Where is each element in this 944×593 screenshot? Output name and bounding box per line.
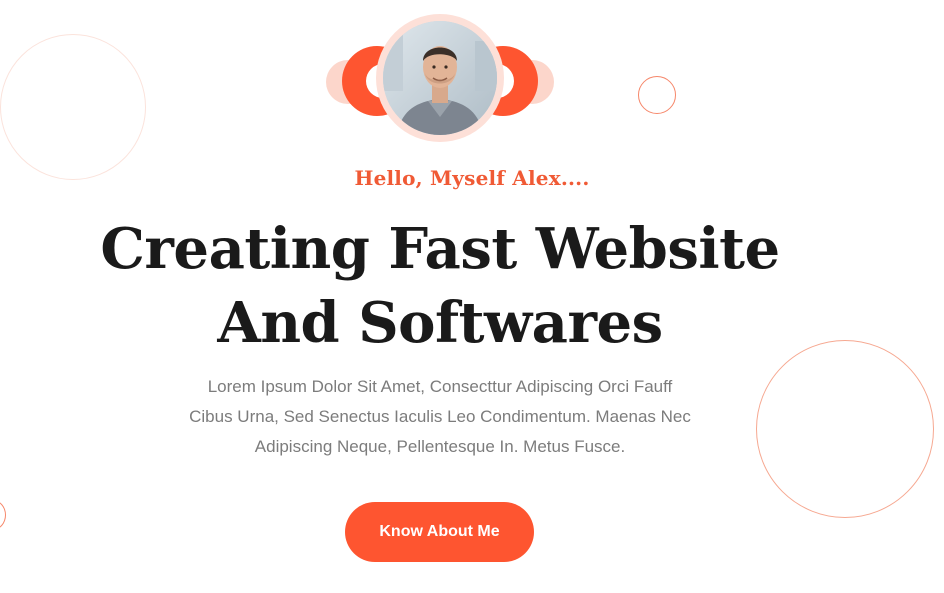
avatar-cluster [326, 14, 554, 146]
greeting-text: Hello, Myself Alex.... [354, 166, 590, 190]
description-line-3: Adipiscing Neque, Pellentesque In. Metus… [254, 437, 626, 456]
description-line-2: Cibus Urna, Sed Senectus Iaculis Leo Con… [189, 407, 691, 426]
headline-line-2: And Softwares [217, 290, 663, 356]
hero-description: Lorem Ipsum Dolor Sit Amet, Consecttur A… [170, 372, 710, 462]
decorative-ring-small [638, 76, 676, 114]
headline-line-1: Creating Fast Website [100, 216, 780, 282]
description-line-1: Lorem Ipsum Dolor Sit Amet, Consecttur A… [207, 377, 673, 396]
hero-headline: Creating Fast Website And Softwares [60, 212, 820, 360]
avatar [383, 21, 497, 135]
decorative-circle-right [756, 340, 934, 518]
profile-photo-icon [383, 21, 497, 135]
know-about-me-button[interactable]: Know About Me [345, 502, 534, 562]
decorative-ring-edge [0, 500, 6, 530]
decorative-circle-left [0, 34, 146, 180]
avatar-frame [376, 14, 504, 142]
